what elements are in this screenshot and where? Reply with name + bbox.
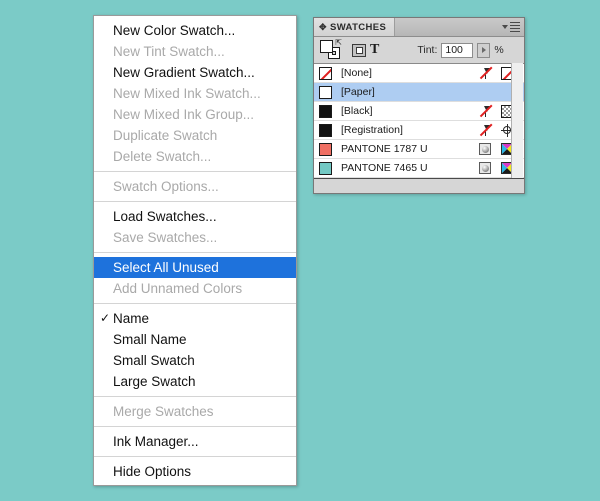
fill-stroke-selector[interactable]: ⇱ [320, 39, 342, 60]
menu-item-label: Small Name [113, 332, 187, 347]
swatch-row[interactable]: [None] [314, 64, 524, 83]
menu-item-label: Name [113, 311, 150, 326]
menu-item: New Mixed Ink Group... [94, 104, 296, 125]
swatch-row[interactable]: PANTONE 1787 U [314, 140, 524, 159]
swatch-name: [None] [341, 67, 372, 79]
menu-item[interactable]: Small Swatch [94, 350, 296, 371]
menu-separator [94, 303, 296, 304]
menu-item: Merge Swatches [94, 401, 296, 422]
menu-item: Duplicate Swatch [94, 125, 296, 146]
spot-color-icon [474, 142, 496, 157]
tint-control[interactable]: Tint: 100 % [417, 42, 504, 58]
menu-item-label: Small Swatch [113, 353, 195, 368]
menu-item: Delete Swatch... [94, 146, 296, 167]
menu-item: New Tint Swatch... [94, 41, 296, 62]
text-format-icon[interactable]: T [370, 43, 379, 57]
menu-item-label: New Tint Swatch... [113, 44, 225, 59]
swatch-name: PANTONE 7465 U [341, 162, 428, 174]
menu-item[interactable]: Select All Unused [94, 257, 296, 278]
swatch-color-chip [319, 104, 332, 118]
tab-swatches[interactable]: ✥ SWATCHES [314, 18, 396, 36]
menu-item[interactable]: New Color Swatch... [94, 20, 296, 41]
menu-item-label: New Mixed Ink Group... [113, 107, 255, 122]
swatch-color-chip [319, 161, 332, 175]
tint-dropdown-arrow-icon[interactable] [477, 42, 491, 58]
menu-separator [94, 252, 296, 253]
spot-pen-icon [474, 123, 496, 138]
spot-pen-icon [474, 66, 496, 81]
swatch-color-chip [319, 85, 332, 99]
swatch-color-chip [319, 142, 332, 156]
swatch-name: [Black] [341, 105, 373, 117]
panel-tab-bar: ✥ SWATCHES [314, 18, 524, 37]
panel-menu-button[interactable] [498, 18, 524, 36]
swatch-name: [Registration] [341, 124, 403, 136]
swap-fill-stroke-icon[interactable]: ⇱ [335, 39, 342, 47]
spot-pen-icon [474, 104, 496, 119]
panel-toolbar: ⇱ T Tint: 100 % [314, 37, 524, 64]
swatches-panel[interactable]: ✥ SWATCHES ⇱ T Tint: 100 % [None] [Paper]… [313, 17, 525, 194]
menu-item: Save Swatches... [94, 227, 296, 248]
spot-color-icon [474, 161, 496, 176]
swatch-row[interactable]: [Registration] [314, 121, 524, 140]
swatch-list[interactable]: [None] [Paper] [Black] [Registration] PANTON… [314, 64, 524, 179]
swatch-row[interactable]: PANTONE 7465 U [314, 159, 524, 178]
hamburger-icon [510, 21, 520, 33]
menu-item-label: Delete Swatch... [113, 149, 212, 164]
menu-item-label: Large Swatch [113, 374, 196, 389]
menu-separator [94, 396, 296, 397]
fill-swatch-icon[interactable] [320, 40, 333, 53]
menu-item: New Mixed Ink Swatch... [94, 83, 296, 104]
menu-item-label: Select All Unused [113, 260, 219, 275]
container-format-icon[interactable] [352, 43, 366, 57]
panel-scrollbar[interactable] [511, 63, 523, 178]
swatches-panel-menu[interactable]: New Color Swatch... New Tint Swatch... New… [93, 15, 297, 486]
menu-separator [94, 456, 296, 457]
menu-item[interactable]: Ink Manager... [94, 431, 296, 452]
menu-item-label: Load Swatches... [113, 209, 217, 224]
chevron-down-icon [502, 25, 508, 29]
menu-item: Add Unnamed Colors [94, 278, 296, 299]
menu-item[interactable]: ✓ Name [94, 308, 296, 329]
menu-item-label: Hide Options [113, 464, 192, 479]
tint-input[interactable]: 100 [441, 42, 474, 58]
menu-item[interactable]: Small Name [94, 329, 296, 350]
menu-item-label: Merge Swatches [113, 404, 214, 419]
tint-label: Tint: [417, 44, 438, 56]
swatch-row[interactable]: [Black] [314, 102, 524, 121]
check-icon: ✓ [100, 311, 111, 325]
panel-footer [314, 179, 524, 193]
menu-item-label: Add Unnamed Colors [113, 281, 243, 296]
menu-item-label: Save Swatches... [113, 230, 218, 245]
swatch-color-chip [319, 66, 332, 80]
swatch-color-chip [319, 123, 332, 137]
menu-item: Swatch Options... [94, 176, 296, 197]
menu-separator [94, 171, 296, 172]
swatch-row[interactable]: [Paper] [314, 83, 524, 102]
swatch-name: PANTONE 1787 U [341, 143, 428, 155]
menu-item-label: Swatch Options... [113, 179, 219, 194]
menu-item[interactable]: New Gradient Swatch... [94, 62, 296, 83]
tab-swatches-label: SWATCHES [329, 21, 387, 33]
tint-percent-label: % [494, 44, 504, 56]
menu-item-label: Ink Manager... [113, 434, 199, 449]
menu-item-label: New Color Swatch... [113, 23, 236, 38]
formatting-target-selector[interactable]: T [352, 43, 379, 57]
menu-separator [94, 201, 296, 202]
menu-item-label: New Gradient Swatch... [113, 65, 255, 80]
tab-bar-filler [395, 18, 498, 36]
menu-item[interactable]: Load Swatches... [94, 206, 296, 227]
tab-grip-icon: ✥ [319, 21, 327, 32]
swatch-name: [Paper] [341, 86, 375, 98]
menu-item-label: New Mixed Ink Swatch... [113, 86, 261, 101]
menu-item-label: Duplicate Swatch [113, 128, 218, 143]
menu-separator [94, 426, 296, 427]
menu-item[interactable]: Hide Options [94, 461, 296, 482]
menu-item[interactable]: Large Swatch [94, 371, 296, 392]
